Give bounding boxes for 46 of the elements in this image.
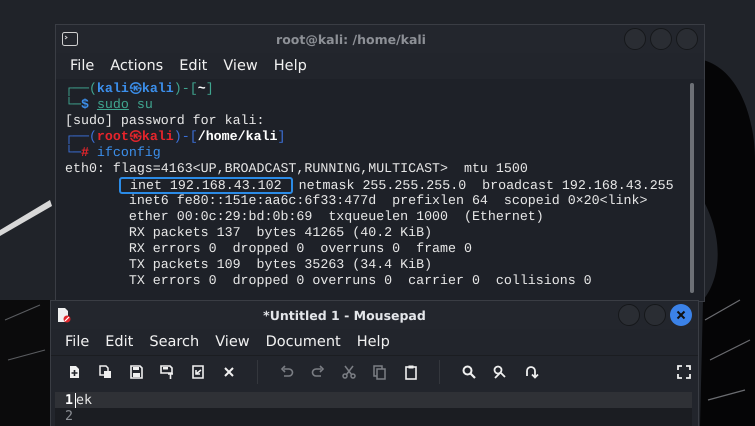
menu-item[interactable]: View [215,58,266,74]
magnifier-pencil-icon [492,364,508,380]
close-icon [676,310,686,320]
copy-icon [372,364,388,380]
redo-icon [310,364,326,380]
close-button[interactable] [670,304,692,326]
editor-text: ek [75,392,92,408]
menu-item[interactable]: Edit [97,334,142,350]
clipboard-icon [402,364,418,380]
documents-icon [96,364,112,380]
terminal-line: ether 00:0c:29:bd:0b:69 txqueuelen 1000 (Ethernet) [128,209,545,225]
streak-drawing [0,200,52,236]
terminal-line: inet6 fe80::151e:aa6c:6f33:477d prefixlen 64 scopeid 0×20<link> [128,193,648,209]
menu-item[interactable]: Help [348,334,398,350]
terminal-line: RX packets 137 bytes 41265 (40.2 KiB) [128,225,434,241]
highlighted-text: inet 192.168.43.102 [119,176,293,194]
line-number: 1 [64,392,74,408]
prompt-line: └─$ sudo su [65,97,154,113]
menu-item[interactable]: Edit [171,58,216,74]
terminal-line: eth0: flags=4163<UP,BROADCAST,RUNNING,MULTICAST> mtu 1500 [65,161,529,177]
line-number: 2 [64,408,74,424]
scissors-icon [340,364,356,380]
fullscreen-icon [676,364,692,380]
terminal-line: RX errors 0 dropped 0 overruns 0 frame 0 [128,241,473,257]
search-icon [460,364,476,380]
menu-item[interactable]: File [57,334,98,350]
menu-item[interactable]: Document [258,334,349,350]
terminal-line: [sudo] password for kali: [65,113,266,129]
scrollbar[interactable] [690,83,694,293]
menu-item[interactable]: View [207,334,258,350]
prompt-line: └─# ifconfig [65,145,162,161]
window-title: *Untitled 1 - Mousepad [262,308,427,322]
terminal-text: netmask 255.255.255.0 broadcast 192.168.43.255 [298,178,674,192]
terminal-line: TX errors 0 dropped 0 overruns 0 carrier 0 collisions 0 [128,273,593,289]
window-title: root@kali: /home/kali [275,32,427,46]
menu-item[interactable]: Search [141,334,208,350]
menu-item[interactable]: Help [266,58,315,74]
terminal-icon [62,32,78,46]
document-icon [57,307,71,323]
prompt-line: ┌──(root㉿kali)-[/home/kali] [65,129,286,144]
menu-item[interactable]: File [62,58,102,74]
prompt-line: ┌──(kali㉿kali)-[~] [65,81,215,96]
terminal-line: TX packets 109 bytes 35263 (34.4 KiB) [128,257,434,273]
menu-item[interactable]: Actions [102,58,172,74]
undo-icon [278,364,294,380]
floppy-disk-text-icon [158,364,174,380]
